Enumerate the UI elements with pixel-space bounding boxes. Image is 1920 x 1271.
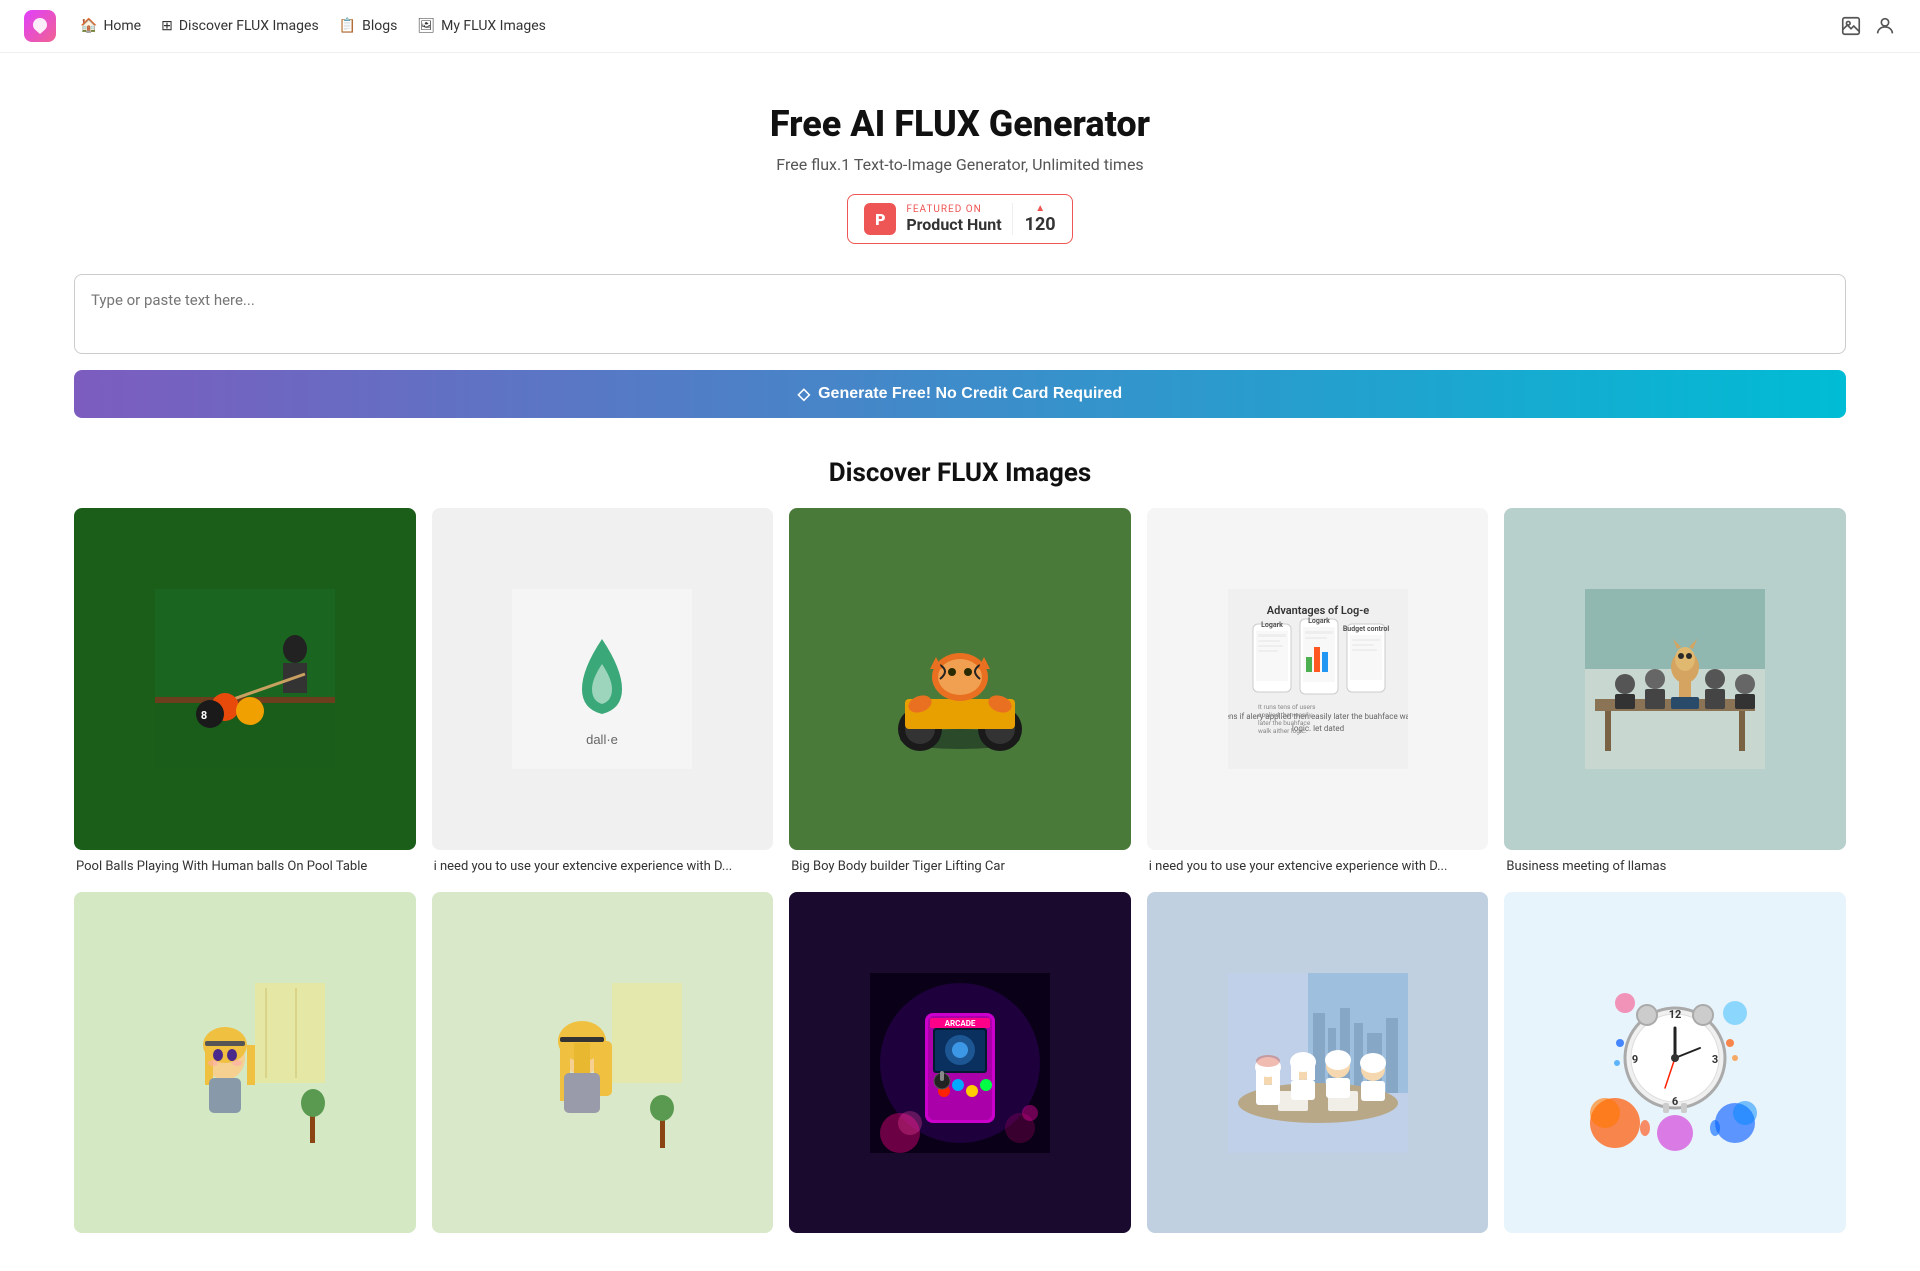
nav-right-actions (1840, 15, 1896, 37)
gallery-image-clock: 12 3 6 9 (1504, 892, 1846, 1234)
svg-text:Logark: Logark (1261, 621, 1283, 629)
gallery-caption-llama: Business meeting of llamas (1504, 858, 1846, 876)
gallery-item-llama[interactable]: Business meeting of llamas (1504, 508, 1846, 876)
generator-section: ◇ Generate Free! No Credit Card Required (0, 274, 1920, 448)
gallery-image-loge: Advantages of Log-e Logark Logark (1147, 508, 1489, 850)
svg-text:It runs tens of users: It runs tens of users (1258, 703, 1316, 711)
svg-text:9: 9 (1632, 1053, 1638, 1066)
gallery-image-tiger (789, 508, 1131, 850)
gallery-row-1: 8 Pool Balls Playing With Human balls On… (74, 508, 1846, 876)
blog-icon: 📋 (339, 18, 356, 34)
ph-text: FEATURED ON Product Hunt (906, 204, 1001, 234)
svg-text:12: 12 (1669, 1008, 1682, 1021)
gallery-item-dalle[interactable]: dall·e i need you to use your extencive … (432, 508, 774, 876)
gallery-item-clock[interactable]: 12 3 6 9 (1504, 892, 1846, 1242)
gallery-caption-pool-balls: Pool Balls Playing With Human balls On P… (74, 858, 416, 876)
gallery-caption-loge: i need you to use your extencive experie… (1147, 858, 1489, 876)
svg-text:It runs tens if alery applied: It runs tens if alery applied then easil… (1228, 712, 1408, 721)
ph-vote-count: ▲ 120 (1012, 203, 1056, 235)
svg-text:dall·e: dall·e (586, 732, 618, 747)
nav-home[interactable]: 🏠 Home (80, 18, 141, 34)
gallery-image-anime2 (432, 892, 774, 1234)
gallery-item-anime1[interactable] (74, 892, 416, 1242)
gallery-image-anime1 (74, 892, 416, 1234)
gallery-image-arab-meeting (1147, 892, 1489, 1234)
gallery-item-loge[interactable]: Advantages of Log-e Logark Logark (1147, 508, 1489, 876)
nav-discover[interactable]: ⊞ Discover FLUX Images (161, 18, 319, 34)
gallery-item-pool-balls[interactable]: 8 Pool Balls Playing With Human balls On… (74, 508, 416, 876)
navbar: 🏠 Home ⊞ Discover FLUX Images 📋 Blogs 🖼 … (0, 0, 1920, 53)
gallery-item-tiger[interactable]: Big Boy Body builder Tiger Lifting Car (789, 508, 1131, 876)
discover-section: Discover FLUX Images 8 (0, 448, 1920, 1271)
gallery-row-2: ARCADE (74, 892, 1846, 1242)
svg-text:6: 6 (1672, 1095, 1678, 1108)
product-hunt-badge[interactable]: P FEATURED ON Product Hunt ▲ 120 (847, 194, 1072, 244)
gallery-caption-tiger: Big Boy Body builder Tiger Lifting Car (789, 858, 1131, 876)
gallery-image-pool-balls: 8 (74, 508, 416, 850)
gallery-item-arcade[interactable]: ARCADE (789, 892, 1131, 1242)
svg-text:Budget control: Budget control (1342, 625, 1389, 633)
gallery-caption-dalle: i need you to use your extencive experie… (432, 858, 774, 876)
grid-icon: ⊞ (161, 18, 173, 34)
hero-section: Free AI FLUX Generator Free flux.1 Text-… (0, 53, 1920, 274)
svg-text:applied then easily: applied then easily (1258, 711, 1312, 719)
gallery-item-anime2[interactable] (432, 892, 774, 1242)
svg-text:later the buahface: later the buahface (1258, 719, 1311, 727)
ph-logo: P (864, 203, 896, 235)
svg-text:Advantages of Log-e: Advantages of Log-e (1266, 604, 1369, 617)
nav-blogs[interactable]: 📋 Blogs (339, 18, 398, 34)
discover-title: Discover FLUX Images (74, 458, 1846, 488)
gallery-image-dalle: dall·e (432, 508, 774, 850)
gallery-image-arcade: ARCADE (789, 892, 1131, 1234)
svg-text:3: 3 (1712, 1053, 1718, 1066)
svg-text:ARCADE: ARCADE (945, 1019, 976, 1028)
svg-text:walk aither logic.: walk aither logic. (1258, 727, 1307, 735)
generate-icon: ◇ (798, 384, 810, 404)
nav-links: 🏠 Home ⊞ Discover FLUX Images 📋 Blogs 🖼 … (80, 18, 1816, 34)
hero-title: Free AI FLUX Generator (20, 103, 1900, 145)
nav-my-images[interactable]: 🖼 My FLUX Images (417, 18, 546, 34)
svg-text:Logark: Logark (1308, 617, 1330, 625)
user-profile-button[interactable] (1874, 15, 1896, 37)
images-icon: 🖼 (417, 18, 435, 34)
hero-subtitle: Free flux.1 Text-to-Image Generator, Unl… (20, 155, 1900, 174)
home-icon: 🏠 (80, 18, 97, 34)
prompt-input[interactable] (74, 274, 1846, 354)
svg-text:8: 8 (201, 709, 207, 722)
generate-button[interactable]: ◇ Generate Free! No Credit Card Required (74, 370, 1846, 418)
gallery-image-llama (1504, 508, 1846, 850)
app-logo[interactable] (24, 10, 56, 42)
gallery-item-arab-meeting[interactable] (1147, 892, 1489, 1242)
image-search-button[interactable] (1840, 15, 1862, 37)
